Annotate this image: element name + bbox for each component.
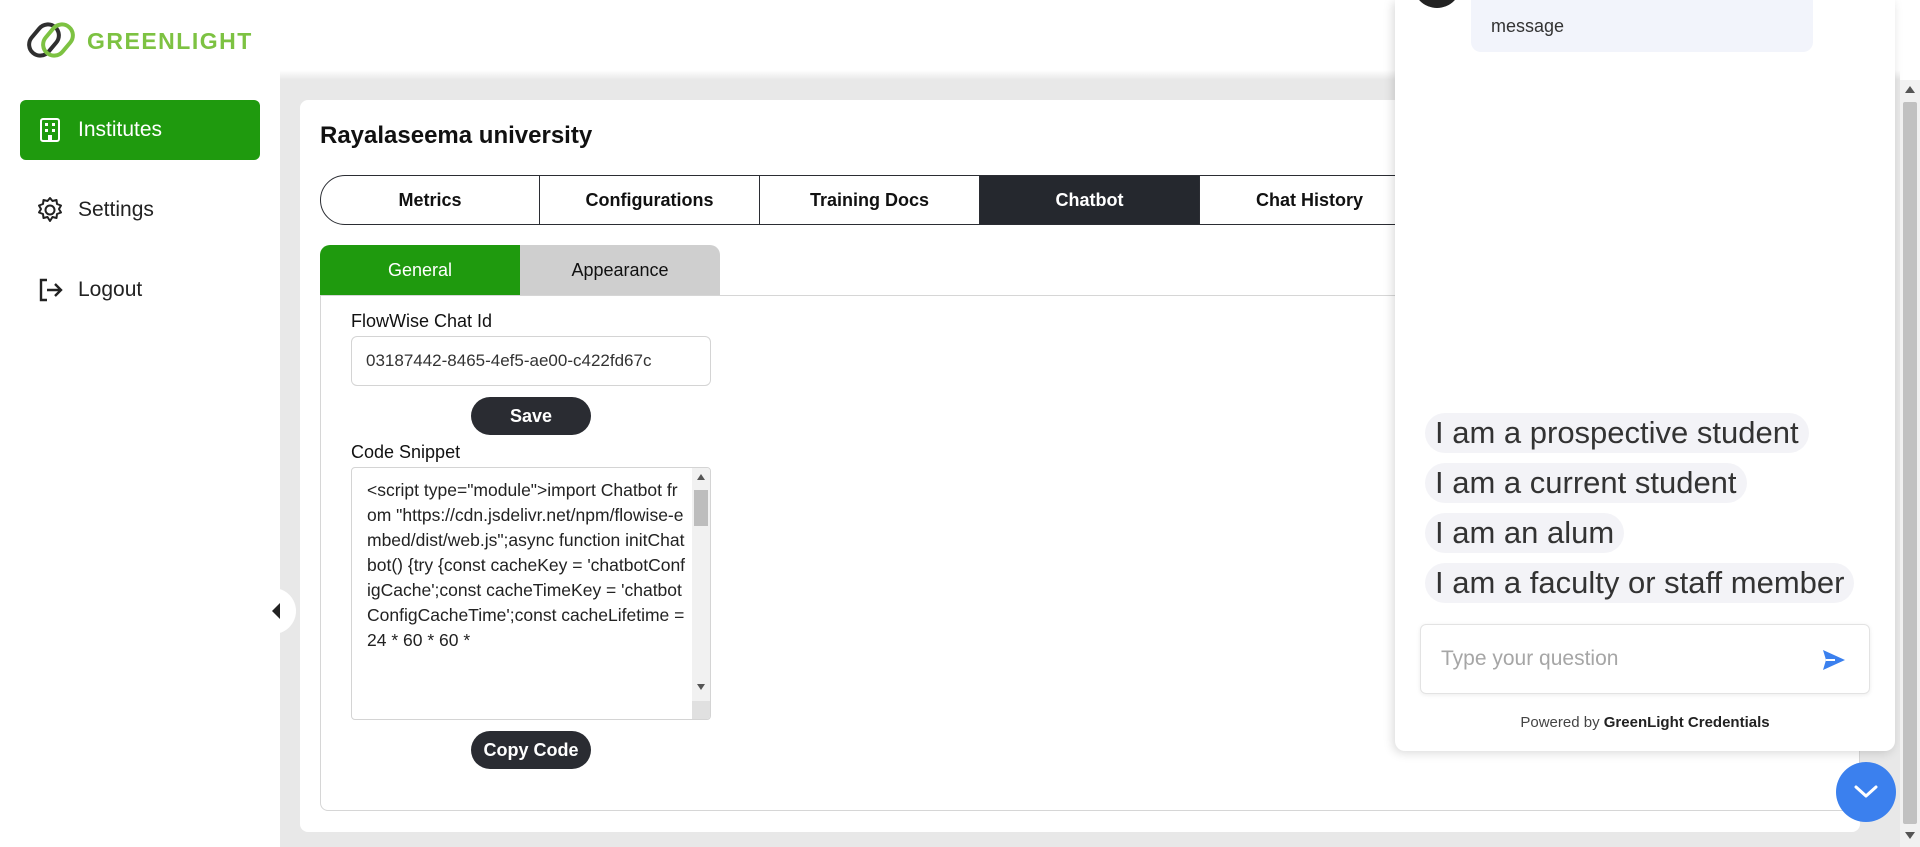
gear-icon (36, 196, 64, 224)
greenlight-logo-icon (27, 22, 75, 58)
chat-message: message (1471, 0, 1813, 52)
logout-icon (36, 276, 64, 304)
resize-grip-icon[interactable] (692, 701, 710, 719)
scroll-up-icon[interactable] (697, 474, 705, 480)
code-scrollbar[interactable] (692, 468, 710, 719)
sidebar-item-settings[interactable]: Settings (20, 180, 260, 240)
code-snippet-text: <script type="module">import Chatbot fro… (367, 480, 690, 650)
copy-code-button[interactable]: Copy Code (471, 731, 591, 769)
chat-message-text: message (1491, 15, 1565, 36)
chat-toggle-button[interactable] (1836, 762, 1896, 822)
scroll-down-icon[interactable] (697, 684, 705, 690)
page-title: Rayalaseema university (320, 122, 593, 149)
tab-metrics[interactable]: Metrics (320, 175, 540, 225)
chevron-down-icon (1854, 785, 1878, 798)
sidebar: GREENLIGHT Institutes Settings Logout (0, 0, 280, 847)
building-icon (36, 116, 64, 144)
main-tabs: Metrics Configurations Training Docs Cha… (320, 175, 1420, 225)
brand-name: GREENLIGHT (87, 27, 253, 54)
powered-by: Powered by GreenLight Credentials (1520, 714, 1770, 731)
scroll-thumb[interactable] (1903, 102, 1917, 824)
save-button[interactable]: Save (471, 397, 591, 435)
tab-configurations[interactable]: Configurations (540, 175, 760, 225)
flowwise-label: FlowWise Chat Id (351, 311, 493, 331)
sidebar-item-logout[interactable]: Logout (20, 260, 260, 320)
sidebar-item-institutes[interactable]: Institutes (20, 100, 260, 160)
scroll-up-icon[interactable] (1905, 86, 1915, 93)
option-faculty-staff[interactable]: I am a faculty or staff member (1425, 563, 1855, 603)
page-scrollbar[interactable] (1900, 80, 1920, 847)
chat-question-input[interactable]: Type your question (1420, 624, 1870, 694)
caret-left-icon (272, 603, 280, 619)
scroll-thumb[interactable] (694, 490, 708, 526)
chat-input-placeholder: Type your question (1441, 647, 1619, 670)
option-current-student[interactable]: I am a current student (1425, 463, 1747, 503)
subtab-general[interactable]: General (320, 245, 520, 295)
powered-by-brand[interactable]: GreenLight Credentials (1604, 714, 1770, 731)
logo[interactable]: GREENLIGHT (27, 19, 253, 63)
tab-chat-history[interactable]: Chat History (1200, 175, 1420, 225)
tab-chatbot[interactable]: Chatbot (980, 175, 1200, 225)
subtab-appearance[interactable]: Appearance (520, 245, 720, 295)
option-alum[interactable]: I am an alum (1425, 513, 1625, 553)
code-snippet-textarea[interactable]: <script type="module">import Chatbot fro… (351, 467, 711, 720)
sidebar-item-label: Logout (78, 278, 143, 301)
tab-training-docs[interactable]: Training Docs (760, 175, 980, 225)
flowwise-chat-id-input[interactable]: 03187442-8465-4ef5-ae00-c422fd67c (351, 336, 711, 386)
scroll-down-icon[interactable] (1905, 832, 1915, 839)
chat-widget: message I am a prospective student I am … (1395, 0, 1895, 751)
code-snippet-label: Code Snippet (351, 442, 461, 462)
option-prospective-student[interactable]: I am a prospective student (1425, 413, 1809, 453)
sidebar-item-label: Settings (78, 198, 154, 221)
send-icon[interactable] (1821, 647, 1847, 673)
chatbot-subtabs: General Appearance (320, 245, 720, 295)
sidebar-item-label: Institutes (78, 118, 163, 141)
bot-avatar (1413, 0, 1461, 8)
